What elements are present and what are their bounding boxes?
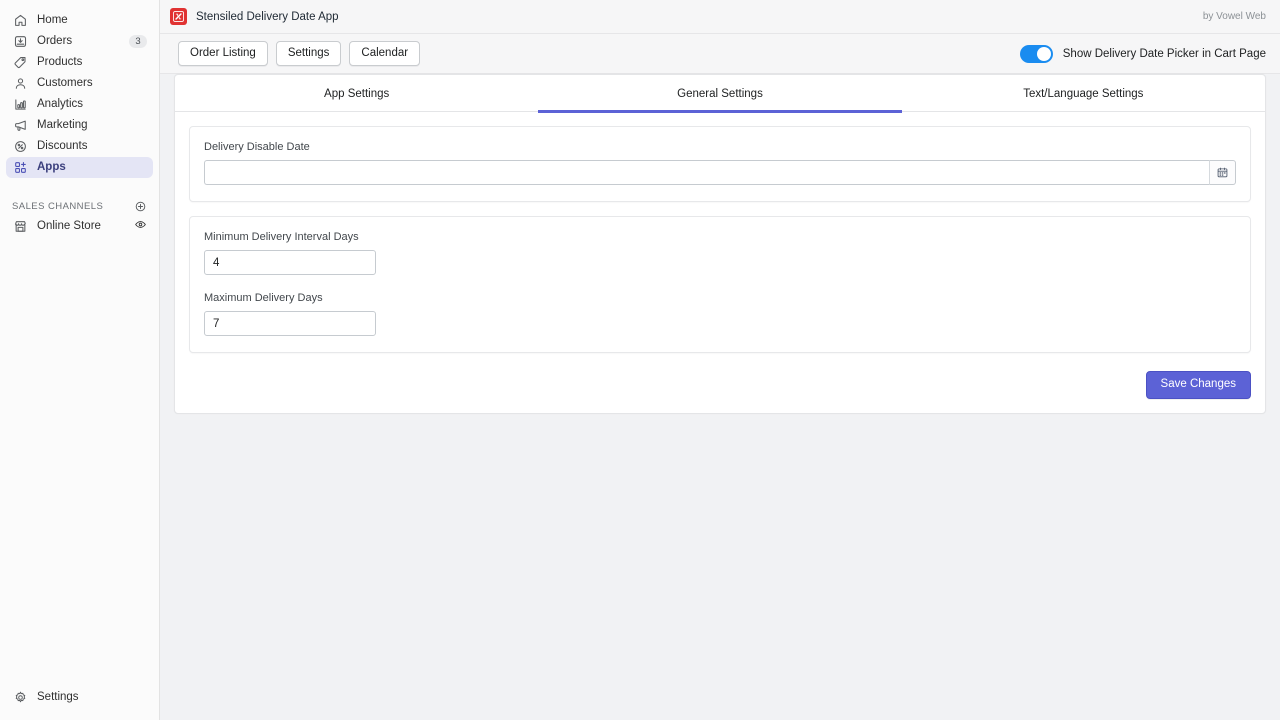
app-actionbar: Order Listing Settings Calendar Show Del… [160, 34, 1280, 74]
gear-icon [12, 690, 28, 706]
maximum-delivery-days-input[interactable] [204, 311, 376, 336]
sidebar-item-label: Customers [37, 76, 93, 89]
sidebar-item-label: Online Store [37, 219, 101, 232]
sidebar-item-label: Settings [37, 690, 79, 703]
minimum-delivery-interval-days-field: Minimum Delivery Interval Days [204, 231, 1236, 275]
app-brand: Stensiled Delivery Date App [170, 8, 1203, 25]
sales-channels-heading: SALES CHANNELS [0, 196, 159, 216]
delivery-disable-date-field: Delivery Disable Date [204, 141, 1236, 185]
maximum-delivery-days-label: Maximum Delivery Days [204, 292, 323, 304]
tab-label: General Settings [677, 87, 763, 100]
app-topbar: Stensiled Delivery Date App by Vowel Web [160, 0, 1280, 34]
app-title: Stensiled Delivery Date App [196, 10, 339, 23]
orders-icon [12, 34, 28, 50]
online-store-icon [12, 219, 28, 235]
sidebar-item-orders[interactable]: Orders 3 [6, 31, 153, 52]
plus-circle-icon[interactable] [134, 200, 147, 213]
delivery-days-card: Minimum Delivery Interval Days Maximum D… [189, 216, 1251, 353]
sidebar-item-apps[interactable]: Apps [6, 157, 153, 178]
sidebar-item-label: Home [37, 13, 68, 26]
home-icon [12, 13, 28, 29]
delivery-disable-date-input[interactable] [204, 160, 1209, 185]
calendar-icon[interactable] [1209, 160, 1236, 185]
sales-channels-title: SALES CHANNELS [12, 200, 104, 212]
app-root: Home Orders 3 Products Customers Analyti… [0, 0, 1280, 720]
show-delivery-date-picker-label: Show Delivery Date Picker in Cart Page [1062, 47, 1266, 60]
analytics-bar-chart-icon [12, 97, 28, 113]
cart-picker-toggle-group: Show Delivery Date Picker in Cart Page [1019, 44, 1266, 63]
show-delivery-date-picker-toggle[interactable] [1019, 44, 1053, 63]
sidebar-item-online-store[interactable]: Online Store [6, 216, 153, 237]
sales-channels-list: Online Store [0, 216, 159, 237]
tab-general-settings[interactable]: General Settings [538, 75, 902, 113]
tab-label: App Settings [324, 87, 390, 100]
minimum-delivery-interval-days-label: Minimum Delivery Interval Days [204, 231, 359, 243]
sidebar-item-home[interactable]: Home [6, 10, 153, 31]
settings-panel-body: Delivery Disable Date Minimum Delivery I… [175, 112, 1265, 353]
tab-app-settings[interactable]: App Settings [175, 75, 538, 112]
panel-footer: Save Changes [175, 367, 1265, 413]
toggle-knob [1036, 46, 1051, 61]
sidebar-item-analytics[interactable]: Analytics [6, 94, 153, 115]
sidebar-item-label: Marketing [37, 118, 88, 131]
settings-tabs: App Settings General Settings Text/Langu… [175, 75, 1265, 113]
order-listing-button[interactable]: Order Listing [178, 40, 268, 67]
sidebar-item-label: Orders [37, 34, 73, 47]
minimum-delivery-interval-days-input[interactable] [204, 250, 376, 275]
calendar-button[interactable]: Calendar [349, 40, 421, 67]
app-credit: by Vowel Web [1202, 11, 1266, 22]
sidebar: Home Orders 3 Products Customers Analyti… [0, 0, 160, 720]
save-changes-button[interactable]: Save Changes [1145, 371, 1251, 399]
sidebar-item-label: Discounts [37, 139, 88, 152]
apps-grid-plus-icon [12, 160, 28, 176]
sidebar-item-customers[interactable]: Customers [6, 73, 153, 94]
sidebar-item-marketing[interactable]: Marketing [6, 115, 153, 136]
tab-label: Text/Language Settings [1023, 87, 1144, 100]
sidebar-item-discounts[interactable]: Discounts [6, 136, 153, 157]
app-logo-icon [170, 8, 187, 25]
delivery-disable-date-card: Delivery Disable Date [189, 126, 1251, 202]
delivery-disable-date-label: Delivery Disable Date [204, 141, 310, 153]
tab-text-language-settings[interactable]: Text/Language Settings [902, 75, 1265, 112]
sidebar-footer: Settings [0, 687, 159, 708]
nav-button-group: Order Listing Settings Calendar [178, 40, 1020, 67]
sidebar-nav-list: Home Orders 3 Products Customers Analyti… [0, 10, 159, 178]
sidebar-item-label: Apps [37, 160, 66, 173]
sidebar-item-settings[interactable]: Settings [6, 687, 153, 708]
delivery-disable-date-input-row [204, 160, 1236, 185]
customers-person-icon [12, 76, 28, 92]
marketing-megaphone-icon [12, 118, 28, 134]
main-content: Stensiled Delivery Date App by Vowel Web… [160, 0, 1280, 720]
discounts-percent-icon [12, 139, 28, 155]
products-tag-icon [12, 55, 28, 71]
sidebar-item-products[interactable]: Products [6, 52, 153, 73]
sidebar-item-label: Products [37, 55, 83, 68]
orders-count-badge: 3 [129, 34, 147, 49]
settings-panel: App Settings General Settings Text/Langu… [174, 74, 1266, 414]
maximum-delivery-days-field: Maximum Delivery Days [204, 292, 1236, 336]
eye-icon[interactable] [134, 218, 147, 235]
sidebar-item-label: Analytics [37, 97, 84, 110]
settings-button[interactable]: Settings [275, 40, 342, 67]
